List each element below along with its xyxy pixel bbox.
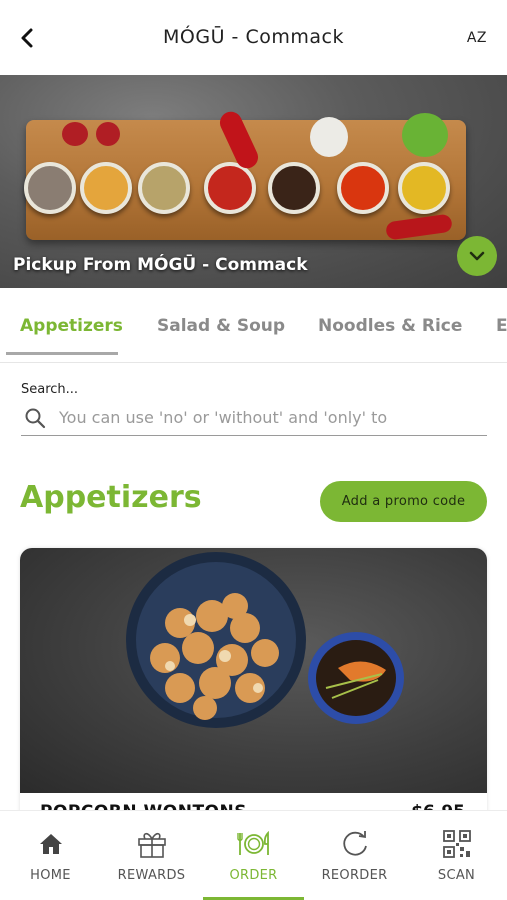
nav-reorder[interactable]: REORDER	[304, 811, 405, 900]
tab-next-category[interactable]: E	[496, 316, 507, 336]
menu-item-image	[20, 548, 487, 793]
nav-order[interactable]: ORDER	[203, 811, 304, 900]
search-input[interactable]	[59, 404, 485, 430]
nav-rewards-label: REWARDS	[117, 868, 186, 883]
pickup-location-label: Pickup From MÓGŪ - Commack	[13, 255, 308, 275]
home-icon	[34, 827, 68, 861]
tab-appetizers[interactable]: Appetizers	[20, 316, 123, 336]
nav-scan-label: SCAN	[437, 868, 476, 883]
nav-home-label: HOME	[30, 868, 71, 883]
refresh-icon	[338, 827, 372, 861]
qr-code-icon	[440, 827, 474, 861]
section-title: Appetizers	[20, 480, 202, 515]
active-tab-indicator	[6, 352, 118, 355]
nav-scan[interactable]: SCAN	[406, 811, 507, 900]
page-title: MÓGŪ - Commack	[163, 26, 344, 48]
menu-item-card[interactable]: POPCORN WONTONS $6.95	[20, 548, 487, 828]
nav-reorder-label: REORDER	[321, 868, 388, 883]
bottom-navigation: HOME REWARDS ORDER REORDER SCAN	[0, 810, 507, 900]
restaurant-hero-image: Pickup From MÓGŪ - Commack	[0, 75, 507, 288]
app-header: MÓGŪ - Commack AZ	[0, 0, 507, 75]
nav-home[interactable]: HOME	[0, 811, 101, 900]
language-switcher[interactable]: AZ	[467, 30, 487, 46]
add-promo-code-button[interactable]: Add a promo code	[320, 481, 487, 522]
plate-cutlery-icon	[236, 827, 271, 861]
search-label: Search...	[21, 382, 79, 397]
chevron-down-icon	[469, 251, 485, 261]
category-tabs: Appetizers Salad & Soup Noodles & Rice E	[0, 288, 507, 363]
nav-rewards[interactable]: REWARDS	[101, 811, 202, 900]
location-toggle-button[interactable]	[457, 236, 497, 276]
tab-noodles-rice[interactable]: Noodles & Rice	[318, 316, 462, 336]
search-bar	[21, 400, 487, 436]
gift-icon	[135, 827, 169, 861]
nav-order-label: ORDER	[229, 868, 278, 883]
search-icon	[25, 408, 46, 429]
tab-salad-soup[interactable]: Salad & Soup	[157, 316, 285, 336]
